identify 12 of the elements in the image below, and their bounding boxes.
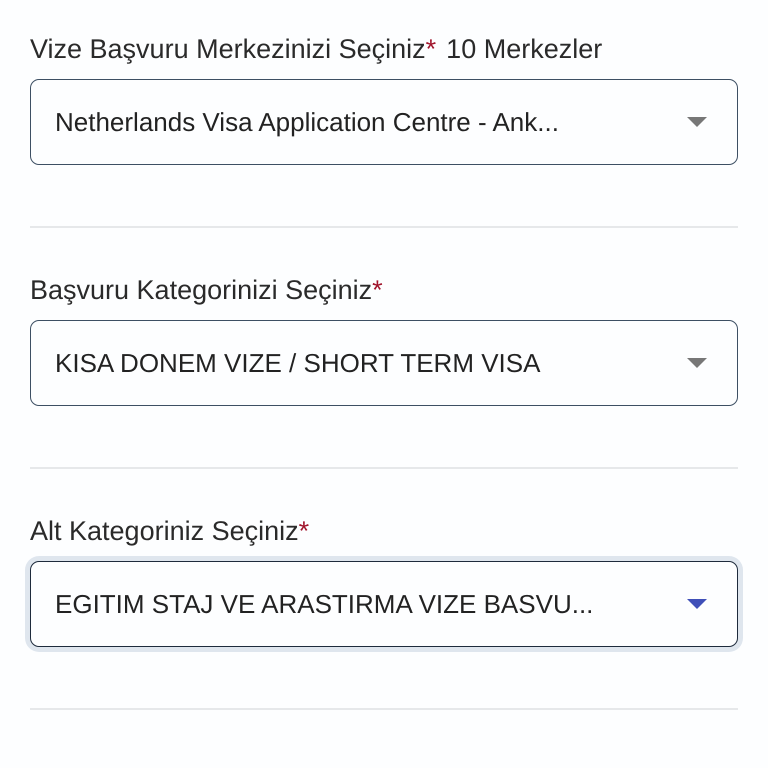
field-label: Vize Başvuru Merkezinizi Seçiniz [30,34,426,65]
caret-icon [687,117,707,127]
dropdown-select[interactable]: Netherlands Visa Application Centre - Ank... [30,79,738,165]
caret-icon [687,599,707,609]
required-mark: * [298,516,310,547]
dropdown-select[interactable]: KISA DONEM VIZE / SHORT TERM VISA [30,320,738,406]
required-mark: * [372,275,383,306]
field-label: Alt Kategoriniz Seçiniz [30,516,299,547]
required-mark: * [426,34,436,65]
caret-icon [687,358,707,368]
field-label: Başvuru Kategorinizi Seçiniz [30,275,372,306]
centre-count: 10 Merkezler [446,34,602,65]
